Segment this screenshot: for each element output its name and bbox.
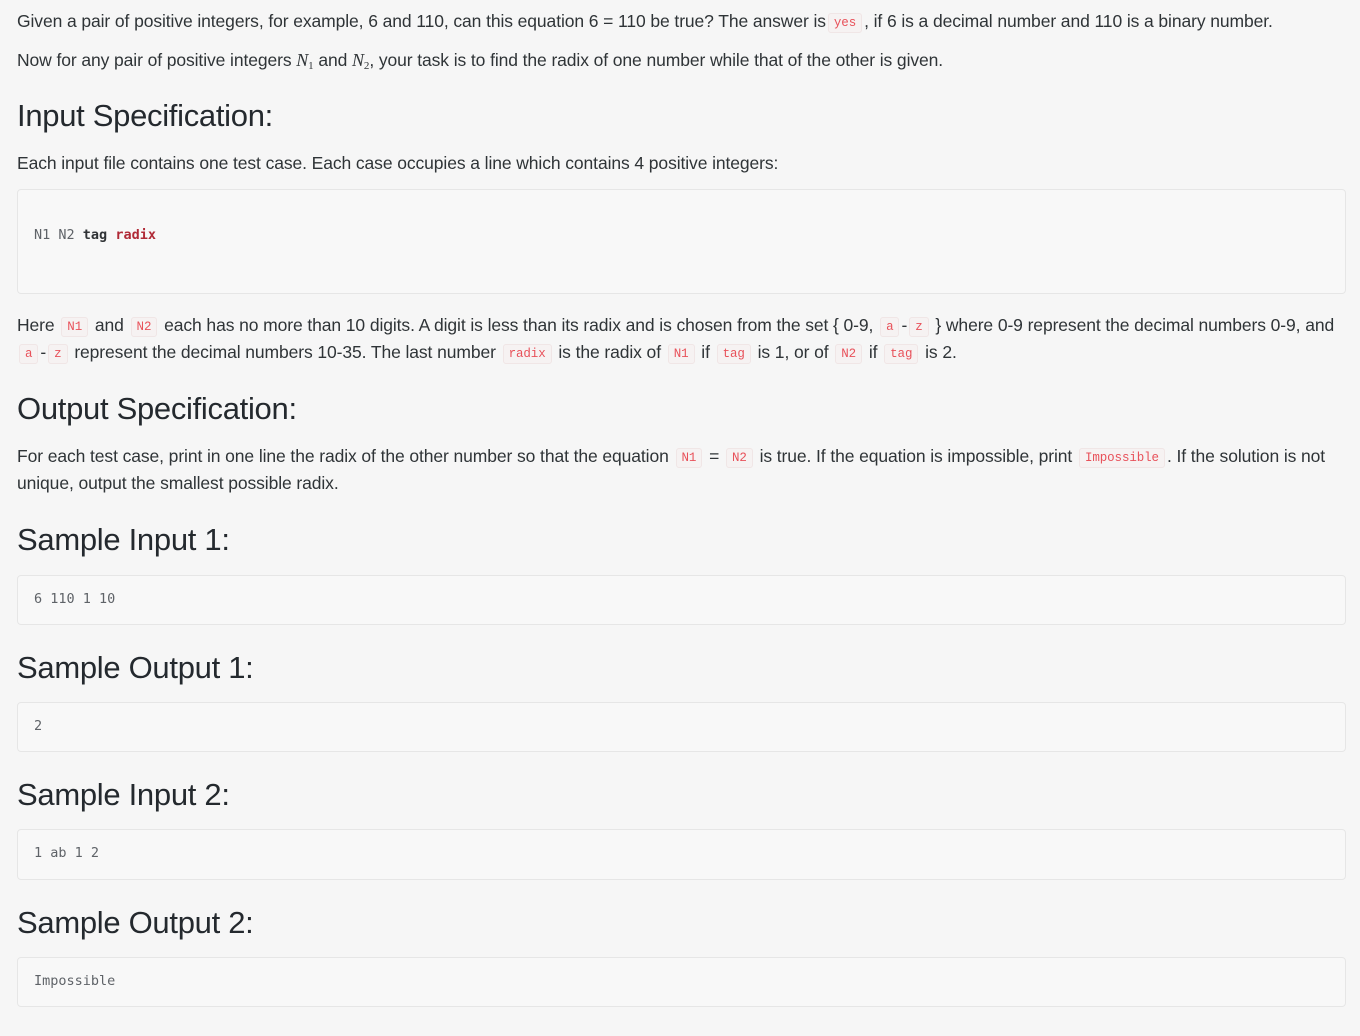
note-text-6: -	[40, 341, 47, 362]
code-token-radix: radix	[115, 227, 156, 244]
heading-input-specification: Input Specification:	[17, 98, 273, 134]
intro2-text-part-1: Now for any pair of positive integers	[17, 50, 292, 71]
note-text-4: -	[901, 314, 908, 335]
sample-input-2-content: 1 ab 1 2	[34, 845, 100, 862]
note-text-3: each has no more than 10 digits. A digit…	[164, 314, 874, 335]
code-block-sample-input-1: 6 110 1 10	[17, 574, 1346, 625]
output-equals-sign: =	[709, 446, 720, 467]
inline-code-yes: yes	[827, 13, 863, 33]
inline-code-n2-out: N2	[725, 448, 753, 469]
note-text-2: and	[94, 314, 124, 335]
code-block-sample-output-1: 2	[17, 702, 1346, 753]
code-token-tag: tag	[82, 227, 108, 244]
inline-code-z-1: z	[909, 316, 929, 337]
output-text-1: For each test case, print in one line th…	[17, 446, 669, 467]
intro-text-part-1: Given a pair of positive integers, for e…	[17, 11, 826, 31]
code-input-format-content: N1 N2 tag radix	[34, 227, 156, 243]
inline-code-n2-b: N2	[835, 343, 863, 364]
inline-code-z-2: z	[48, 343, 68, 364]
code-block-sample-output-2: Impossible	[17, 956, 1346, 1008]
note-text-11: if	[868, 341, 878, 362]
intro2-text-part-2: , your task is to find the radix of one …	[369, 50, 944, 71]
intro-paragraph-1: Given a pair of positive integers, for e…	[17, 8, 1348, 35]
inline-code-n2-a: N2	[130, 316, 158, 337]
inline-code-n1-out: N1	[675, 448, 703, 469]
note-text-12: is 2.	[925, 341, 957, 362]
inline-code-a-2: a	[19, 343, 39, 364]
math-n1-subscript: 1	[308, 60, 314, 73]
input-spec-note: Here N1 and N2 each has no more than 10 …	[17, 312, 1348, 366]
math-variable-n1: N1	[296, 50, 314, 73]
input-spec-paragraph: Each input file contains one test case. …	[17, 153, 779, 174]
note-text-1: Here	[17, 314, 55, 335]
note-text-8: is the radix of	[558, 341, 661, 362]
problem-statement-page: Given a pair of positive integers, for e…	[0, 0, 1360, 1036]
heading-sample-input-1: Sample Input 1:	[17, 522, 230, 558]
note-text-7: represent the decimal numbers 10-35. The…	[74, 341, 496, 362]
math-n2-base: N	[352, 50, 364, 71]
heading-sample-output-2: Sample Output 2:	[17, 904, 254, 940]
heading-sample-output-1: Sample Output 1:	[17, 649, 254, 685]
inline-code-radix: radix	[502, 343, 552, 364]
inline-code-n1-b: N1	[667, 343, 695, 364]
math-n1-base: N	[296, 50, 309, 71]
output-spec-paragraph: For each test case, print in one line th…	[17, 443, 1348, 497]
heading-sample-input-2: Sample Input 2:	[17, 777, 230, 813]
inline-code-n1-a: N1	[61, 316, 89, 337]
sample-output-2-content: Impossible	[34, 972, 116, 989]
intro2-conjunction: and	[318, 50, 348, 71]
code-block-sample-input-2: 1 ab 1 2	[17, 829, 1346, 880]
note-text-10: is 1, or of	[757, 341, 829, 362]
inline-code-a-1: a	[880, 316, 900, 337]
inline-code-tag-b: tag	[884, 343, 919, 364]
inline-code-tag-a: tag	[716, 343, 751, 364]
math-variable-n2: N2	[352, 50, 369, 72]
code-token-n1n2: N1 N2	[34, 227, 83, 244]
intro-text-part-2: , if 6 is a decimal number and 110 is a …	[864, 11, 1273, 31]
note-text-9: if	[701, 341, 710, 362]
sample-input-1-content: 6 110 1 10	[34, 590, 116, 607]
heading-output-specification: Output Specification:	[17, 390, 297, 426]
code-block-input-format: N1 N2 tag radix	[17, 189, 1346, 294]
sample-output-1-content: 2	[34, 718, 43, 735]
inline-code-impossible: Impossible	[1078, 448, 1165, 469]
note-text-5: } where 0-9 represent the decimal number…	[935, 314, 1335, 335]
intro-paragraph-2: Now for any pair of positive integers N1…	[17, 47, 1348, 75]
output-text-2: is true. If the equation is impossible, …	[759, 446, 1073, 467]
